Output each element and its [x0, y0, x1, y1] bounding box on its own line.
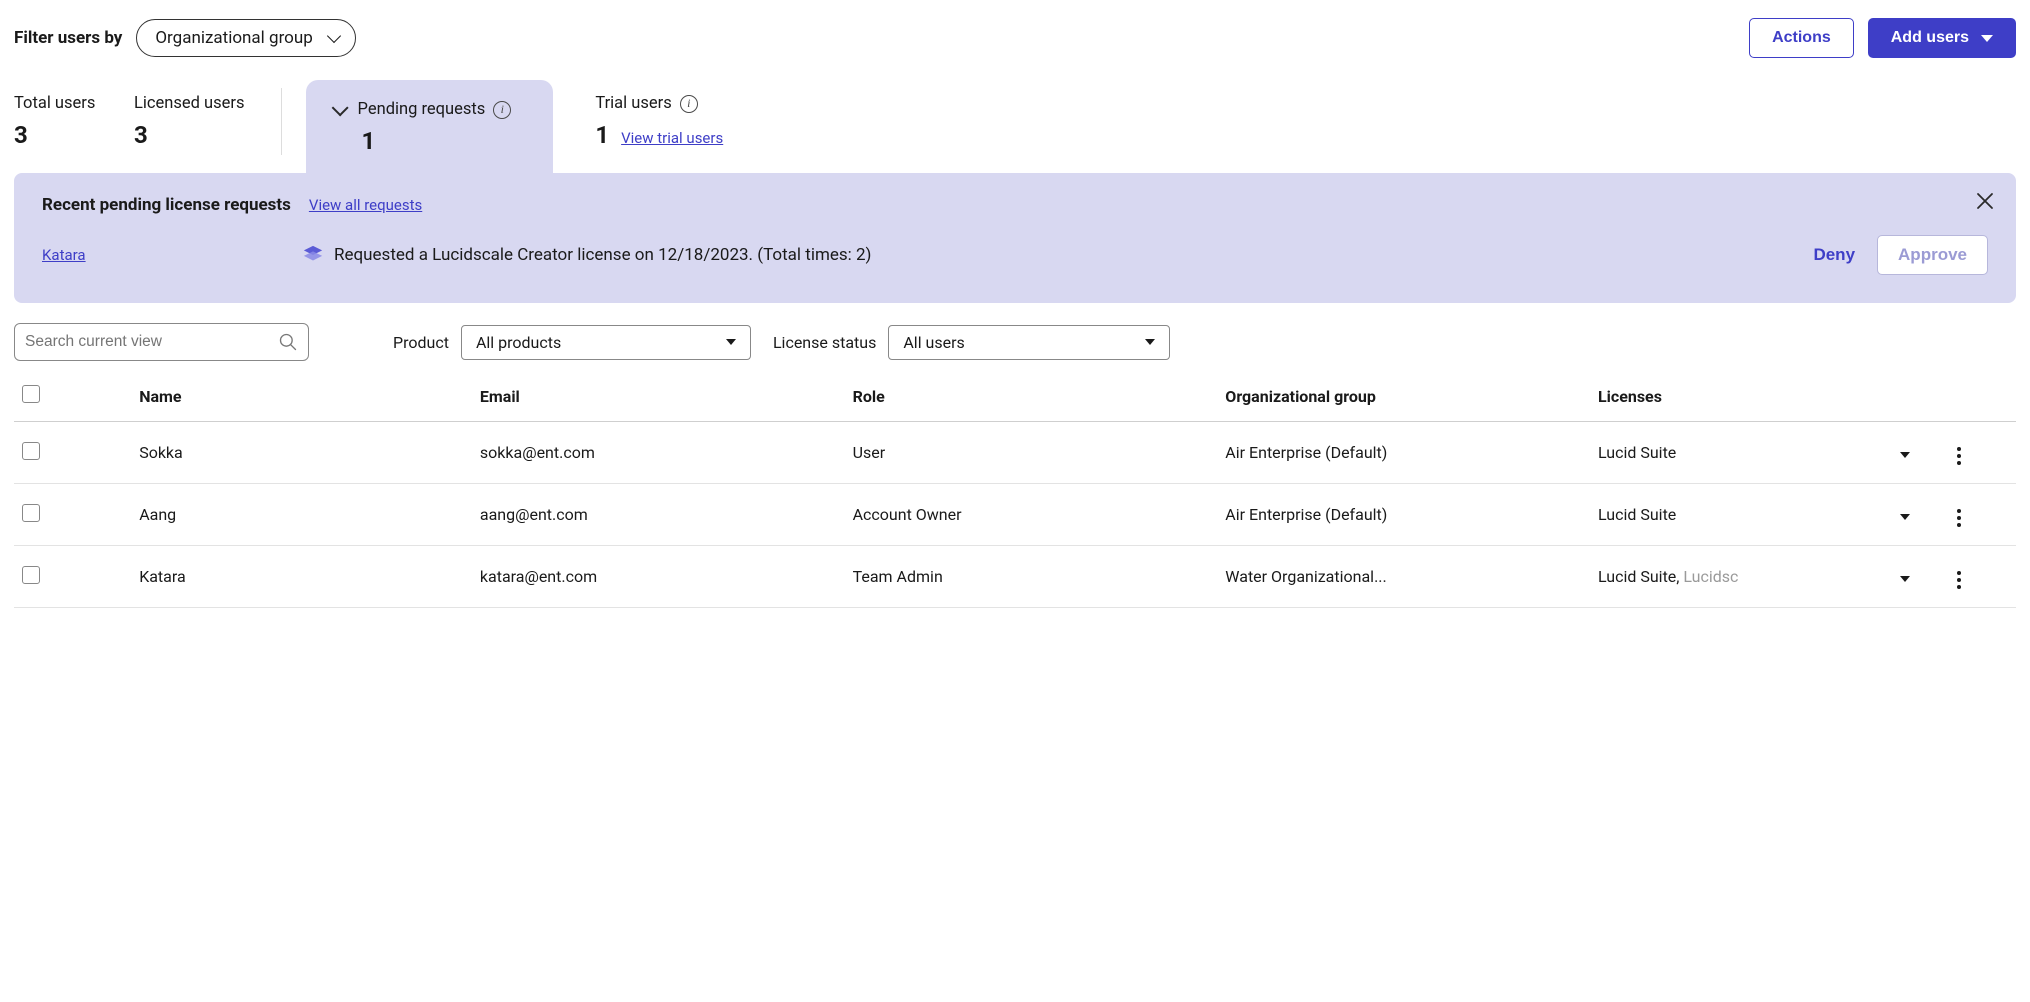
stat-total-value: 3 — [14, 121, 98, 149]
status-filter-value: All users — [903, 333, 964, 352]
stat-pending-label: Pending requests — [358, 100, 486, 119]
row-menu-button[interactable] — [1953, 443, 1965, 469]
col-header-role[interactable]: Role — [845, 371, 1218, 422]
stat-total-users: Total users 3 — [14, 80, 134, 173]
stat-licensed-users: Licensed users 3 — [134, 80, 281, 173]
info-icon[interactable]: i — [493, 101, 511, 119]
cell-licenses: Lucid Suite, Lucidsc — [1590, 546, 1892, 608]
status-filter-select[interactable]: All users — [888, 325, 1170, 360]
stat-total-label: Total users — [14, 94, 98, 113]
view-all-requests-link[interactable]: View all requests — [309, 196, 422, 214]
cell-email: katara@ent.com — [472, 546, 845, 608]
stat-divider — [281, 88, 282, 155]
row-checkbox[interactable] — [22, 442, 40, 460]
chevron-down-icon — [331, 99, 348, 116]
cell-role: User — [845, 422, 1218, 484]
table-row[interactable]: Aangaang@ent.comAccount OwnerAir Enterpr… — [14, 484, 2016, 546]
cell-licenses: Lucid Suite — [1590, 422, 1892, 484]
add-users-button[interactable]: Add users — [1868, 18, 2016, 58]
cell-name: Katara — [99, 546, 472, 608]
cell-org: Air Enterprise (Default) — [1217, 484, 1590, 546]
cell-name: Sokka — [99, 422, 472, 484]
product-filter-value: All products — [476, 333, 561, 352]
stat-trial-users: Trial users i 1 View trial users — [553, 80, 759, 173]
search-box[interactable] — [14, 323, 309, 361]
cell-role: Account Owner — [845, 484, 1218, 546]
stat-licensed-value: 3 — [134, 121, 245, 149]
search-icon[interactable] — [278, 332, 298, 352]
caret-down-icon — [1145, 339, 1155, 345]
pending-message: Requested a Lucidscale Creator license o… — [334, 245, 871, 265]
org-group-select[interactable]: Organizational group — [136, 19, 355, 57]
tab-pending-requests[interactable]: Pending requests i 1 — [306, 80, 554, 173]
licenses-caret-icon[interactable] — [1900, 514, 1910, 520]
pending-user-link[interactable]: Katara — [42, 246, 86, 264]
row-menu-button[interactable] — [1953, 567, 1965, 593]
cell-licenses: Lucid Suite — [1590, 484, 1892, 546]
product-filter-select[interactable]: All products — [461, 325, 751, 360]
pending-banner-title: Recent pending license requests — [42, 195, 291, 215]
licenses-caret-icon[interactable] — [1900, 576, 1910, 582]
status-filter-label: License status — [773, 333, 876, 352]
filter-by-label: Filter users by — [14, 28, 122, 48]
cell-org: Water Organizational... — [1217, 546, 1590, 608]
org-group-value: Organizational group — [155, 28, 312, 48]
cell-email: aang@ent.com — [472, 484, 845, 546]
stat-pending-value: 1 — [332, 127, 512, 155]
col-header-licenses[interactable]: Licenses — [1590, 371, 1945, 422]
table-row[interactable]: Sokkasokka@ent.comUserAir Enterprise (De… — [14, 422, 2016, 484]
lucidscale-icon — [302, 244, 324, 266]
row-menu-button[interactable] — [1953, 505, 1965, 531]
licenses-caret-icon[interactable] — [1900, 452, 1910, 458]
row-checkbox[interactable] — [22, 504, 40, 522]
pending-requests-banner: Recent pending license requests View all… — [14, 173, 2016, 303]
actions-button[interactable]: Actions — [1749, 18, 1854, 58]
stat-trial-value: 1 — [595, 121, 609, 149]
col-header-name[interactable]: Name — [99, 371, 472, 422]
cell-role: Team Admin — [845, 546, 1218, 608]
users-table: Name Email Role Organizational group Lic… — [14, 371, 2016, 608]
col-header-email[interactable]: Email — [472, 371, 845, 422]
close-icon[interactable] — [1976, 191, 1994, 215]
info-icon[interactable]: i — [680, 95, 698, 113]
search-input[interactable] — [15, 325, 278, 359]
table-row[interactable]: Katarakatara@ent.comTeam AdminWater Orga… — [14, 546, 2016, 608]
add-users-label: Add users — [1891, 29, 1969, 47]
deny-button[interactable]: Deny — [1813, 245, 1855, 265]
select-all-checkbox[interactable] — [22, 385, 40, 403]
approve-button[interactable]: Approve — [1877, 235, 1988, 275]
product-filter-label: Product — [393, 333, 449, 352]
cell-name: Aang — [99, 484, 472, 546]
caret-down-icon — [726, 339, 736, 345]
stat-trial-label: Trial users — [595, 94, 671, 113]
stat-licensed-label: Licensed users — [134, 94, 245, 113]
view-trial-users-link[interactable]: View trial users — [621, 129, 723, 147]
col-header-org[interactable]: Organizational group — [1217, 371, 1590, 422]
cell-org: Air Enterprise (Default) — [1217, 422, 1590, 484]
cell-email: sokka@ent.com — [472, 422, 845, 484]
caret-down-icon — [1981, 35, 1993, 42]
row-checkbox[interactable] — [22, 566, 40, 584]
